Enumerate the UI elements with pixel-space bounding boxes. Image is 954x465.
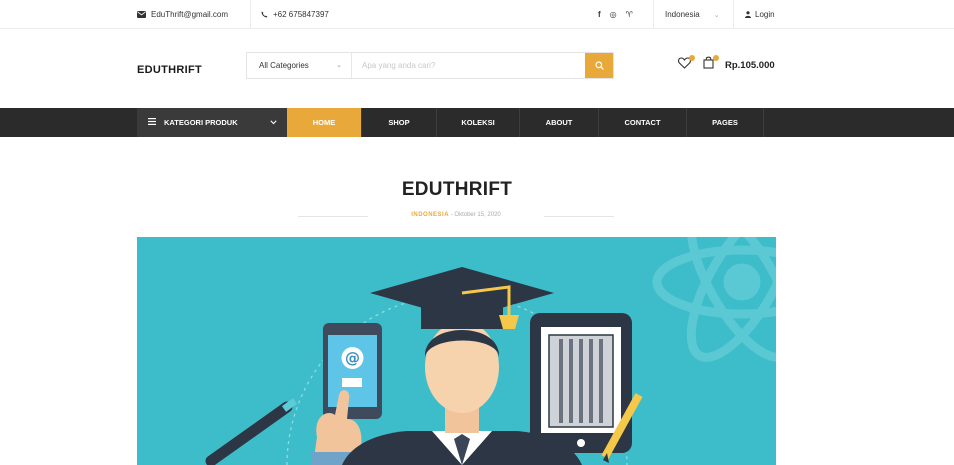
- shopping-bag-icon: [702, 56, 714, 74]
- facebook-icon[interactable]: f: [598, 10, 601, 19]
- nav-home-label: HOME: [312, 118, 336, 127]
- language-label: Indonesia: [665, 10, 700, 19]
- language-select[interactable]: Indonesia ⌄: [665, 0, 720, 29]
- search-input[interactable]: [352, 53, 585, 78]
- search-button[interactable]: [585, 53, 613, 78]
- login-link[interactable]: Login: [745, 0, 775, 29]
- instagram-icon[interactable]: ◎: [610, 10, 617, 19]
- nav-home[interactable]: HOME: [287, 108, 362, 137]
- phone-text: +62 675847397: [273, 10, 329, 19]
- divider: [250, 0, 251, 29]
- chevron-down-icon: ⌄: [336, 62, 342, 69]
- nav-pages-label: PAGES: [712, 118, 738, 127]
- post-title: EDUTHRIFT: [401, 179, 513, 200]
- email-text: EduThrift@gmail.com: [151, 10, 229, 19]
- cart-badge: [713, 55, 719, 61]
- cart-total[interactable]: Rp.105.000: [725, 60, 775, 71]
- wishlist-button[interactable]: [676, 55, 695, 73]
- nav-contact[interactable]: CONTACT: [599, 108, 687, 137]
- search-icon: [594, 57, 604, 75]
- phone-icon: [261, 11, 268, 18]
- divider: [733, 0, 734, 29]
- divider: [544, 216, 614, 217]
- graduate-illustration: @: [137, 237, 776, 465]
- social-links: f ◎ ♈: [598, 0, 633, 29]
- post-category[interactable]: INDONESIA: [411, 212, 449, 218]
- nav-shop-label: SHOP: [388, 118, 410, 127]
- main-nav: KATEGORI PRODUK HOME SHOP KOLEKSI ABOUT …: [0, 108, 954, 137]
- chevron-down-icon: ⌄: [713, 11, 720, 19]
- divider: [653, 0, 654, 29]
- login-label: Login: [755, 10, 775, 19]
- site-logo[interactable]: EDUTHRIFT: [137, 64, 202, 76]
- nav-contact-label: CONTACT: [624, 118, 661, 127]
- header-actions: Rp.105.000: [676, 55, 775, 74]
- nav-pages[interactable]: PAGES: [687, 108, 764, 137]
- chevron-down-icon: [270, 118, 277, 127]
- post-meta: INDONESIA - Oktober 15, 2020: [298, 210, 614, 222]
- cart-button[interactable]: [700, 55, 719, 74]
- nav-shop[interactable]: SHOP: [362, 108, 437, 137]
- post-date: Oktober 15, 2020: [454, 212, 501, 218]
- email-contact[interactable]: EduThrift@gmail.com: [137, 0, 228, 29]
- category-select-label: All Categories: [259, 61, 309, 70]
- nav-koleksi[interactable]: KOLEKSI: [437, 108, 520, 137]
- svg-text:@: @: [345, 349, 360, 367]
- smartphone-icon: @: [323, 323, 382, 419]
- category-menu-label: KATEGORI PRODUK: [164, 118, 238, 127]
- nav-about-label: ABOUT: [545, 118, 573, 127]
- user-icon: [745, 11, 751, 18]
- search-bar: All Categories ⌄: [246, 52, 614, 79]
- category-menu-button[interactable]: KATEGORI PRODUK: [137, 108, 287, 137]
- top-bar: EduThrift@gmail.com +62 675847397 f ◎ ♈ …: [0, 0, 954, 29]
- nav-koleksi-label: KOLEKSI: [461, 118, 495, 127]
- twitter-icon[interactable]: ♈: [626, 10, 633, 19]
- wishlist-badge: [689, 55, 695, 61]
- category-select[interactable]: All Categories ⌄: [247, 53, 352, 78]
- hamburger-icon: [148, 118, 156, 127]
- nav-about[interactable]: ABOUT: [520, 108, 599, 137]
- post-meta-text: INDONESIA - Oktober 15, 2020: [298, 212, 614, 218]
- mail-icon: [137, 11, 146, 18]
- featured-image: @: [137, 237, 776, 465]
- phone-contact[interactable]: +62 675847397: [261, 0, 329, 29]
